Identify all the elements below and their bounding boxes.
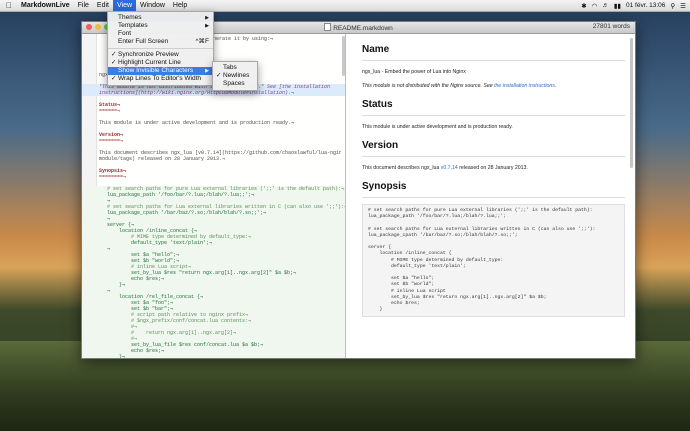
volume-icon[interactable]: ♬ bbox=[602, 2, 609, 9]
version-link[interactable]: v0.7.14 bbox=[441, 165, 458, 171]
install-link[interactable]: the installation instructions bbox=[494, 83, 555, 89]
preview-note-text: This module is not distributed with the … bbox=[362, 83, 495, 89]
preview-heading-version: Version bbox=[362, 130, 625, 157]
markdown-preview: Name ngx_lua - Embed the power of Lua in… bbox=[346, 34, 635, 358]
view-menu-item[interactable]: ✓ Synchronize Preview bbox=[108, 51, 213, 59]
menu-window[interactable]: Window bbox=[136, 0, 169, 11]
menu-bar:  MarkdownLive File Edit View Window Hel… bbox=[0, 0, 690, 12]
preview-version-pre: This document describes ngx_lua bbox=[362, 165, 441, 171]
notifications-icon[interactable]: ☰ bbox=[680, 2, 686, 10]
submenu-item-label: Tabs bbox=[223, 64, 237, 71]
status-area: ✱ ◠ ♬ ▮▮ 01 févr. 13:06 ⚲ ☰ bbox=[581, 2, 690, 10]
view-menu-item-label: Synchronize Preview bbox=[118, 51, 179, 58]
view-menu-item-label: Enter Full Screen bbox=[118, 38, 169, 45]
view-menu-item[interactable]: Enter Full Screen ^⌘F bbox=[108, 38, 213, 46]
submenu-item[interactable]: Tabs bbox=[213, 64, 257, 72]
invisible-chars-submenu: Tabs ✓ Newlines Spaces bbox=[212, 61, 258, 91]
preview-version-post: released on 28 January 2013. bbox=[457, 165, 528, 171]
checkmark-icon: ✓ bbox=[216, 72, 222, 79]
view-menu-item[interactable]: Show Invisible Characters ▶ bbox=[108, 67, 213, 75]
menu-file[interactable]: File bbox=[74, 0, 93, 11]
view-menu-item-label: Show Invisible Characters bbox=[118, 67, 194, 74]
menu-view[interactable]: View bbox=[112, 0, 137, 11]
wifi-icon[interactable]: ◠ bbox=[592, 2, 598, 10]
view-menu-item-label: Templates bbox=[118, 22, 148, 29]
document-icon bbox=[324, 23, 332, 31]
window-title-text: README.markdown bbox=[333, 25, 393, 32]
preview-name-text: ngx_lua - Embed the power of Lua into Ng… bbox=[362, 69, 466, 75]
bluetooth-icon[interactable]: ✱ bbox=[581, 2, 586, 10]
submenu-arrow-icon: ▶ bbox=[205, 15, 209, 21]
submenu-arrow-icon: ▶ bbox=[205, 23, 209, 29]
view-menu-item-label: Themes bbox=[118, 14, 142, 21]
preview-heading-status: Status bbox=[362, 89, 625, 116]
preview-code-block: # set search paths for pure Lua external… bbox=[362, 204, 625, 318]
spotlight-icon[interactable]: ⚲ bbox=[670, 2, 675, 10]
view-menu-item-label: Highlight Current Line bbox=[118, 59, 181, 66]
submenu-item[interactable]: Spaces bbox=[213, 80, 257, 88]
checkmark-icon: ✓ bbox=[111, 51, 117, 58]
checkmark-icon: ✓ bbox=[111, 59, 117, 66]
editor-line[interactable]: }¬ bbox=[82, 354, 345, 358]
preview-heading-name: Name bbox=[362, 34, 625, 61]
preview-heading-synopsis: Synopsis bbox=[362, 171, 625, 198]
preview-scrollbar[interactable] bbox=[630, 38, 633, 168]
app-menu[interactable]: MarkdownLive bbox=[17, 0, 74, 11]
submenu-item-label: Newlines bbox=[223, 72, 250, 79]
view-menu-dropdown: Themes ▶ Templates ▶ Font Enter Full Screen ^⌘… bbox=[107, 11, 214, 86]
apple-menu-icon[interactable]:  bbox=[0, 1, 17, 10]
view-menu-item[interactable]: Themes ▶ bbox=[108, 14, 213, 22]
view-menu-item[interactable]: ✓ Highlight Current Line bbox=[108, 59, 213, 67]
menu-edit[interactable]: Edit bbox=[93, 0, 113, 11]
view-menu-item-label: Font bbox=[118, 30, 132, 37]
menu-separator bbox=[108, 48, 213, 49]
view-menu-item[interactable]: Font bbox=[108, 30, 213, 38]
preview-note-end: . bbox=[554, 83, 557, 89]
submenu-item[interactable]: ✓ Newlines bbox=[213, 72, 257, 80]
submenu-item-label: Spaces bbox=[223, 80, 245, 87]
view-menu-item-label: Wrap Lines To Editor's Width bbox=[118, 75, 202, 82]
submenu-arrow-icon: ▶ bbox=[205, 68, 209, 74]
word-count: 27801 words bbox=[592, 23, 630, 30]
view-menu-item[interactable]: ✓ Wrap Lines To Editor's Width bbox=[108, 75, 213, 83]
shortcut-label: ^⌘F bbox=[195, 38, 209, 45]
checkmark-icon: ✓ bbox=[111, 75, 117, 82]
editor-scrollbar[interactable] bbox=[342, 36, 345, 76]
view-menu-item[interactable]: Templates ▶ bbox=[108, 22, 213, 30]
clock[interactable]: 01 févr. 13:06 bbox=[626, 2, 665, 9]
menu-help[interactable]: Help bbox=[169, 0, 191, 11]
battery-icon[interactable]: ▮▮ bbox=[614, 2, 621, 10]
